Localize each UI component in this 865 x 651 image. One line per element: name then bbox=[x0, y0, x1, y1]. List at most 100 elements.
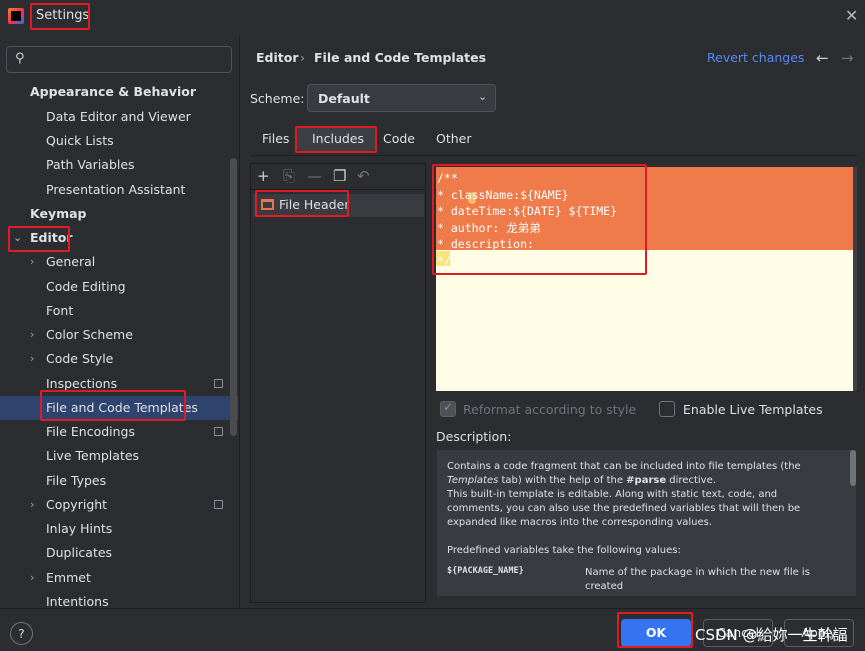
enable-live-templates-label: Enable Live Templates bbox=[683, 402, 823, 417]
sidebar-item-label: Live Templates bbox=[46, 448, 140, 463]
sidebar-item-data-editor[interactable]: Data Editor and Viewer bbox=[0, 105, 238, 129]
sidebar-item-live-templates[interactable]: Live Templates bbox=[0, 444, 238, 468]
description-paragraph-2: This built-in template is editable. Alon… bbox=[447, 489, 801, 528]
chevron-right-icon[interactable]: › bbox=[30, 493, 34, 517]
description-text: tab) with the help of the bbox=[498, 475, 627, 486]
sidebar-item-file-encodings[interactable]: File Encodings bbox=[0, 420, 238, 444]
tab-files[interactable]: Files bbox=[262, 131, 289, 146]
variable-name: ${PACKAGE_NAME} bbox=[447, 566, 524, 576]
sidebar-item-label: Copyright bbox=[46, 497, 108, 512]
sidebar-item-color-scheme[interactable]: › Color Scheme bbox=[0, 323, 238, 347]
duplicate-icon[interactable]: ❐ bbox=[333, 167, 346, 185]
sidebar-item-code-style[interactable]: › Code Style bbox=[0, 347, 238, 371]
variable-description: Name of the package in which the new fil… bbox=[585, 567, 810, 592]
description-text: Contains a code fragment that can be inc… bbox=[447, 461, 801, 472]
project-settings-icon bbox=[214, 427, 223, 436]
sidebar-item-duplicates[interactable]: Duplicates bbox=[0, 541, 238, 565]
project-settings-icon bbox=[214, 500, 223, 509]
chevron-right-icon[interactable]: › bbox=[30, 347, 34, 371]
settings-sidebar: ⚲ Appearance & Behavior Data Editor and … bbox=[0, 36, 240, 609]
project-settings-icon bbox=[214, 379, 223, 388]
window-title: Settings bbox=[36, 8, 90, 23]
add-icon[interactable]: + bbox=[257, 167, 270, 185]
sidebar-scrollbar[interactable] bbox=[230, 158, 237, 436]
revert-changes-link[interactable]: Revert changes bbox=[707, 50, 804, 65]
scheme-dropdown[interactable]: Default ⌄ bbox=[307, 84, 496, 112]
sidebar-item-file-types[interactable]: File Types bbox=[0, 469, 238, 493]
template-item-label: File Header bbox=[279, 197, 350, 212]
ok-button[interactable]: OK bbox=[621, 619, 691, 647]
search-icon: ⚲ bbox=[15, 51, 25, 66]
scheme-label: Scheme: bbox=[250, 91, 305, 106]
close-icon[interactable]: ✕ bbox=[845, 6, 858, 25]
sidebar-item-label: File Types bbox=[46, 473, 107, 488]
page-title: File and Code Templates bbox=[314, 50, 487, 65]
sidebar-item-appearance[interactable]: Appearance & Behavior bbox=[0, 80, 238, 104]
sidebar-item-label: Color Scheme bbox=[46, 327, 133, 342]
title-bar: Settings ✕ bbox=[0, 0, 865, 32]
sidebar-item-emmet[interactable]: › Emmet bbox=[0, 566, 238, 590]
template-item-file-header[interactable]: File Header bbox=[253, 194, 424, 217]
sidebar-item-code-editing[interactable]: Code Editing bbox=[0, 275, 238, 299]
template-list-panel: + ⎘ — ❐ ↶ File Header bbox=[250, 163, 426, 603]
sidebar-item-editor[interactable]: ⌄ Editor bbox=[0, 226, 238, 250]
sidebar-item-label: Code Style bbox=[46, 351, 114, 366]
forward-arrow-icon[interactable]: → bbox=[841, 49, 854, 67]
scheme-value: Default bbox=[318, 91, 370, 106]
help-button[interactable]: ? bbox=[10, 622, 33, 645]
sidebar-item-inspections[interactable]: Inspections bbox=[0, 372, 238, 396]
sidebar-item-font[interactable]: Font bbox=[0, 299, 238, 323]
description-label: Description: bbox=[436, 429, 512, 444]
watermark: CSDN @給妳一生幹諨 bbox=[695, 626, 848, 644]
chevron-right-icon[interactable]: › bbox=[30, 323, 34, 347]
remove-icon[interactable]: — bbox=[307, 167, 322, 185]
sidebar-item-general[interactable]: › General bbox=[0, 250, 238, 274]
sidebar-item-label: General bbox=[46, 254, 96, 269]
sidebar-item-copyright[interactable]: › Copyright bbox=[0, 493, 238, 517]
sidebar-item-label: Data Editor and Viewer bbox=[46, 109, 191, 124]
sidebar-item-label: Appearance & Behavior bbox=[30, 84, 196, 99]
sidebar-item-keymap[interactable]: Keymap bbox=[0, 202, 238, 226]
sidebar-item-inlay-hints[interactable]: Inlay Hints bbox=[0, 517, 238, 541]
back-arrow-icon[interactable]: ← bbox=[816, 49, 829, 67]
sidebar-item-file-and-code-templates[interactable]: File and Code Templates bbox=[0, 396, 238, 420]
tabs-divider bbox=[250, 155, 857, 156]
copy-icon[interactable]: ⎘ bbox=[283, 167, 295, 185]
chevron-right-icon[interactable]: › bbox=[30, 250, 34, 274]
search-input[interactable]: ⚲ bbox=[6, 46, 232, 73]
chevron-down-icon[interactable]: ⌄ bbox=[13, 226, 22, 250]
sidebar-item-label: Path Variables bbox=[46, 157, 135, 172]
description-strong: #parse bbox=[626, 475, 667, 486]
sidebar-item-label: Inlay Hints bbox=[46, 521, 113, 536]
enable-live-templates-checkbox[interactable] bbox=[659, 401, 675, 417]
sidebar-item-label: Duplicates bbox=[46, 545, 113, 560]
sidebar-item-quick-lists[interactable]: Quick Lists bbox=[0, 129, 238, 153]
sidebar-item-path-variables[interactable]: Path Variables bbox=[0, 153, 238, 177]
breadcrumb-separator: › bbox=[300, 50, 305, 65]
sidebar-item-presentation[interactable]: Presentation Assistant bbox=[0, 178, 238, 202]
editor-code-text: /** * className:${NAME} * dateTime:${DAT… bbox=[437, 171, 618, 268]
reformat-label: Reformat according to style bbox=[463, 402, 637, 417]
sidebar-item-label: Font bbox=[46, 303, 74, 318]
sidebar-item-label: Editor bbox=[30, 230, 73, 245]
sidebar-item-label: File Encodings bbox=[46, 424, 136, 439]
template-code-editor[interactable]: /** * className:${NAME} * dateTime:${DAT… bbox=[436, 167, 857, 391]
java-file-icon bbox=[261, 199, 274, 210]
description-paragraph-1: Contains a code fragment that can be inc… bbox=[447, 460, 807, 488]
breadcrumb-parent: Editor bbox=[256, 50, 299, 65]
sidebar-item-label: Keymap bbox=[30, 206, 87, 221]
description-paragraph-3: Predefined variables take the following … bbox=[447, 545, 681, 556]
template-toolbar: + ⎘ — ❐ ↶ bbox=[251, 164, 425, 190]
editor-scrollbar[interactable] bbox=[853, 167, 857, 391]
description-scrollbar[interactable] bbox=[850, 450, 856, 486]
tab-includes[interactable]: Includes bbox=[312, 131, 364, 146]
tab-code[interactable]: Code bbox=[383, 131, 415, 146]
tab-other[interactable]: Other bbox=[436, 131, 472, 146]
reformat-checkbox[interactable] bbox=[440, 400, 456, 417]
sidebar-item-label: File and Code Templates bbox=[46, 400, 198, 415]
reset-icon[interactable]: ↶ bbox=[357, 167, 370, 185]
description-panel: Contains a code fragment that can be inc… bbox=[436, 449, 857, 597]
chevron-right-icon[interactable]: › bbox=[30, 566, 34, 590]
chevron-down-icon: ⌄ bbox=[478, 90, 488, 103]
sidebar-item-label: Code Editing bbox=[46, 279, 126, 294]
